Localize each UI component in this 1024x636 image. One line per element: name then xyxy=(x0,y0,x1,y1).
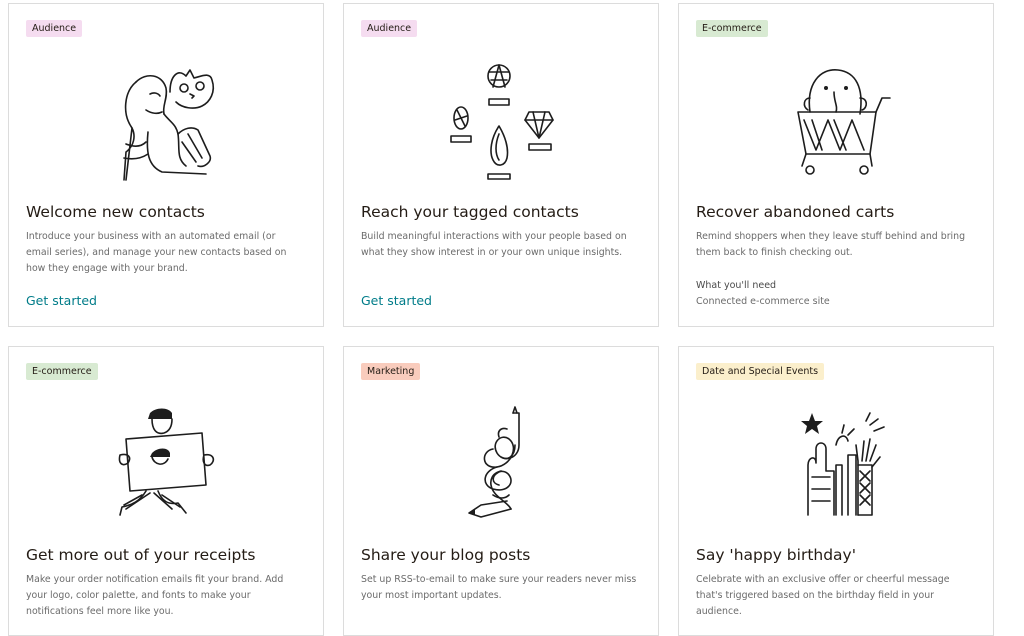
get-started-link[interactable]: Get started xyxy=(361,293,432,308)
requirement-label: What you'll need xyxy=(696,280,777,291)
card-description: Celebrate with an exclusive offer or che… xyxy=(696,574,950,617)
card-recover-abandoned-carts[interactable]: E-commerce Recover abandoned carts Remin… xyxy=(678,3,994,327)
card-welcome-new-contacts[interactable]: Audience Welcome new contacts Introduce … xyxy=(8,3,324,327)
card-description: Set up RSS-to-email to make sure your re… xyxy=(361,574,637,601)
card-description: Introduce your business with an automate… xyxy=(26,231,287,274)
card-description: Make your order notification emails fit … xyxy=(26,574,284,617)
category-tag: E-commerce xyxy=(26,363,98,380)
person-with-cat-illustration xyxy=(9,59,323,184)
shopping-cart-illustration xyxy=(679,59,993,184)
card-title: Reach your tagged contacts xyxy=(361,203,579,221)
category-tag: Date and Special Events xyxy=(696,363,825,380)
card-title: Get more out of your receipts xyxy=(26,546,256,564)
card-title: Share your blog posts xyxy=(361,546,531,564)
category-tag: Audience xyxy=(26,20,83,37)
running-man-with-sign-illustration xyxy=(9,402,323,527)
card-title: Welcome new contacts xyxy=(26,203,205,221)
gems-illustration xyxy=(344,59,658,184)
category-tag: Marketing xyxy=(361,363,421,380)
card-title: Recover abandoned carts xyxy=(696,203,895,221)
category-tag: E-commerce xyxy=(696,20,768,37)
knotted-pencil-illustration xyxy=(344,402,658,527)
requirement-value: Connected e-commerce site xyxy=(696,296,830,307)
card-happy-birthday[interactable]: Date and Special Events Say 'happy birth… xyxy=(678,346,994,636)
card-reach-tagged-contacts[interactable]: Audience Reach your tagged contacts Buil… xyxy=(343,3,659,327)
get-started-link[interactable]: Get started xyxy=(26,293,97,308)
category-tag: Audience xyxy=(361,20,418,37)
card-title: Say 'happy birthday' xyxy=(696,546,856,564)
card-description: Remind shoppers when they leave stuff be… xyxy=(696,231,966,258)
card-description: Build meaningful interactions with your … xyxy=(361,231,627,258)
celebration-hands-illustration xyxy=(679,402,993,527)
card-receipts[interactable]: E-commerce Get more out of your receipts… xyxy=(8,346,324,636)
card-share-blog-posts[interactable]: Marketing Share your blog posts Set up R… xyxy=(343,346,659,636)
